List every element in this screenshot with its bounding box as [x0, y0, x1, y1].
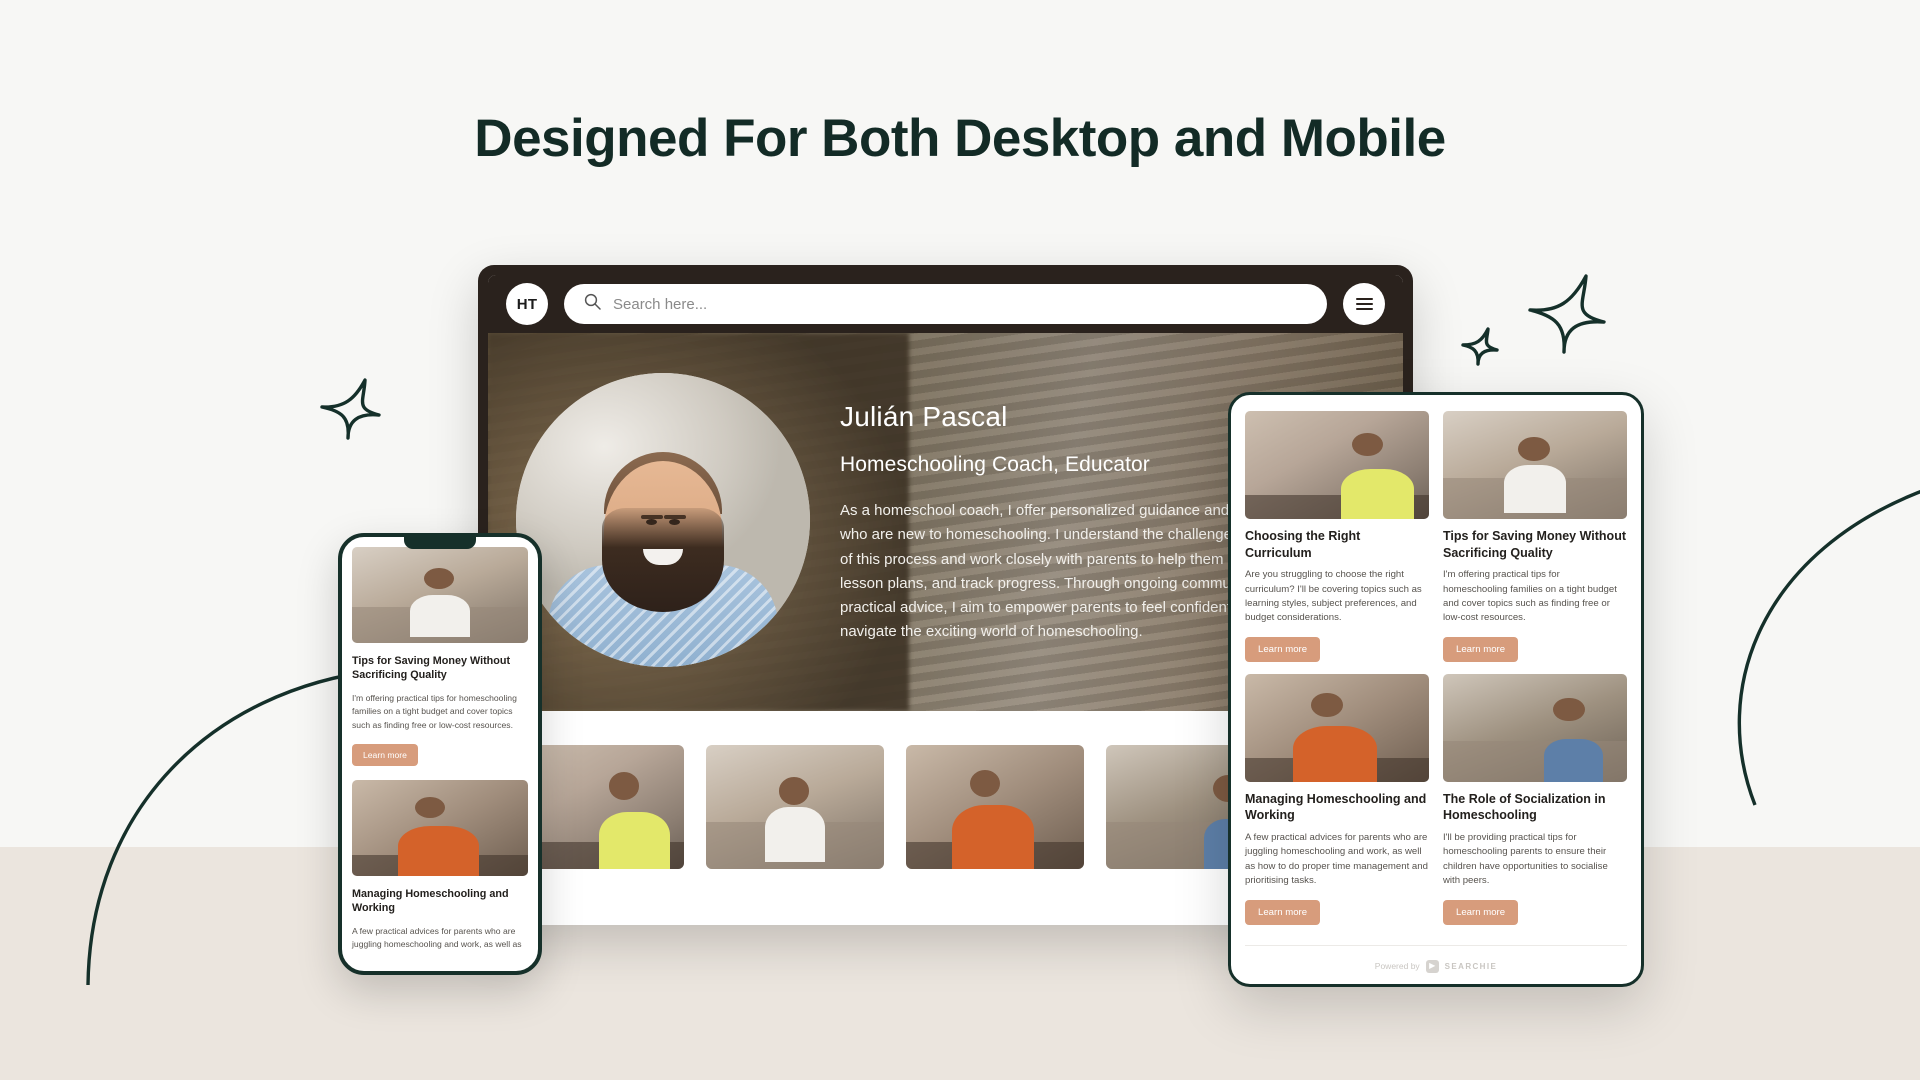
sparkle-icon-left	[318, 375, 384, 443]
card-thumbnail[interactable]	[1245, 673, 1429, 782]
photo-child	[764, 807, 826, 862]
card-description: A few practical advices for parents who …	[352, 925, 522, 950]
hamburger-menu-icon[interactable]	[1343, 283, 1385, 325]
card-item: Managing Homeschooling and Working A few…	[1245, 673, 1429, 925]
learn-more-button[interactable]: Learn more	[1443, 899, 1519, 925]
photo-child	[1544, 738, 1604, 782]
search-icon	[584, 293, 601, 315]
photo-child	[397, 825, 479, 876]
powered-by-label: Powered by	[1374, 961, 1420, 972]
burger-line	[1355, 308, 1373, 310]
searchie-brand-name: SEARCHIE	[1444, 961, 1498, 971]
photo-head	[609, 772, 640, 800]
burger-line	[1355, 303, 1373, 305]
photo-head	[424, 568, 455, 590]
avatar	[516, 373, 810, 667]
phone-mockup: Tips for Saving Money Without Sacrificin…	[338, 533, 542, 975]
tablet-mockup: Choosing the Right Curriculum Are you st…	[1228, 392, 1644, 987]
photo-child	[1503, 465, 1567, 513]
tablet-footer: Powered by ▶ SEARCHIE	[1245, 944, 1627, 973]
photo-child	[952, 804, 1035, 869]
learn-more-button[interactable]: Learn more	[1245, 636, 1321, 662]
card-description: Are you struggling to choose the right c…	[1245, 569, 1422, 624]
photo-head	[1351, 432, 1383, 457]
photo-head	[1553, 697, 1585, 722]
card-description: I'm offering practical tips for homescho…	[352, 692, 517, 730]
card-thumbnail[interactable]	[1443, 673, 1627, 782]
card-item: The Role of Socialization in Homeschooli…	[1443, 673, 1627, 925]
sparkle-icon-small-right	[1460, 325, 1500, 367]
photo-child	[598, 811, 670, 869]
card-title: Tips for Saving Money Without Sacrificin…	[352, 655, 511, 682]
search-placeholder-text: Search here...	[613, 295, 708, 313]
photo-head	[970, 769, 1001, 798]
strip-thumbnail[interactable]	[706, 745, 884, 869]
photo-head	[1311, 693, 1343, 717]
sparkle-icon-large-right	[1524, 270, 1610, 356]
site-header: HT Search here...	[488, 275, 1403, 333]
learn-more-button[interactable]: Learn more	[1443, 636, 1519, 662]
card-item: Managing Homeschooling and Working A few…	[352, 779, 528, 952]
strip-thumbnail[interactable]	[906, 745, 1084, 869]
card-description: A few practical advices for parents who …	[1245, 832, 1428, 887]
photo-child	[1340, 469, 1415, 519]
card-thumbnail[interactable]	[352, 547, 528, 643]
card-title: Choosing the Right Curriculum	[1245, 529, 1361, 560]
tablet-card-grid: Choosing the Right Curriculum Are you st…	[1245, 411, 1627, 925]
card-item: Tips for Saving Money Without Sacrificin…	[352, 547, 528, 766]
card-item: Tips for Saving Money Without Sacrificin…	[1443, 411, 1627, 662]
swoosh-right-decoration	[1700, 480, 1920, 810]
photo-child	[410, 595, 470, 638]
learn-more-button[interactable]: Learn more	[1245, 899, 1321, 925]
searchie-logo-icon: ▶	[1425, 959, 1439, 973]
photo-head	[778, 777, 810, 805]
site-logo[interactable]: HT	[506, 283, 548, 325]
card-description: I'm offering practical tips for homescho…	[1443, 569, 1617, 624]
burger-line	[1355, 298, 1373, 300]
photo-head	[415, 797, 446, 819]
learn-more-button[interactable]: Learn more	[352, 743, 418, 766]
card-thumbnail[interactable]	[1443, 411, 1627, 519]
card-thumbnail[interactable]	[1245, 411, 1429, 519]
phone-notch	[404, 537, 476, 549]
card-item: Choosing the Right Curriculum Are you st…	[1245, 411, 1429, 662]
page-title: Designed For Both Desktop and Mobile	[474, 109, 1446, 168]
card-description: I'll be providing practical tips for hom…	[1443, 832, 1608, 887]
card-title: Managing Homeschooling and Working	[352, 887, 509, 915]
card-title: The Role of Socialization in Homeschooli…	[1443, 791, 1606, 823]
photo-head	[1518, 436, 1550, 461]
card-title: Managing Homeschooling and Working	[1245, 791, 1427, 823]
logo-glyph: ▶	[1429, 961, 1436, 971]
photo-child	[1292, 725, 1378, 782]
card-title: Tips for Saving Money Without Sacrificin…	[1443, 529, 1626, 560]
search-input[interactable]: Search here...	[564, 284, 1327, 324]
card-thumbnail[interactable]	[352, 779, 528, 876]
